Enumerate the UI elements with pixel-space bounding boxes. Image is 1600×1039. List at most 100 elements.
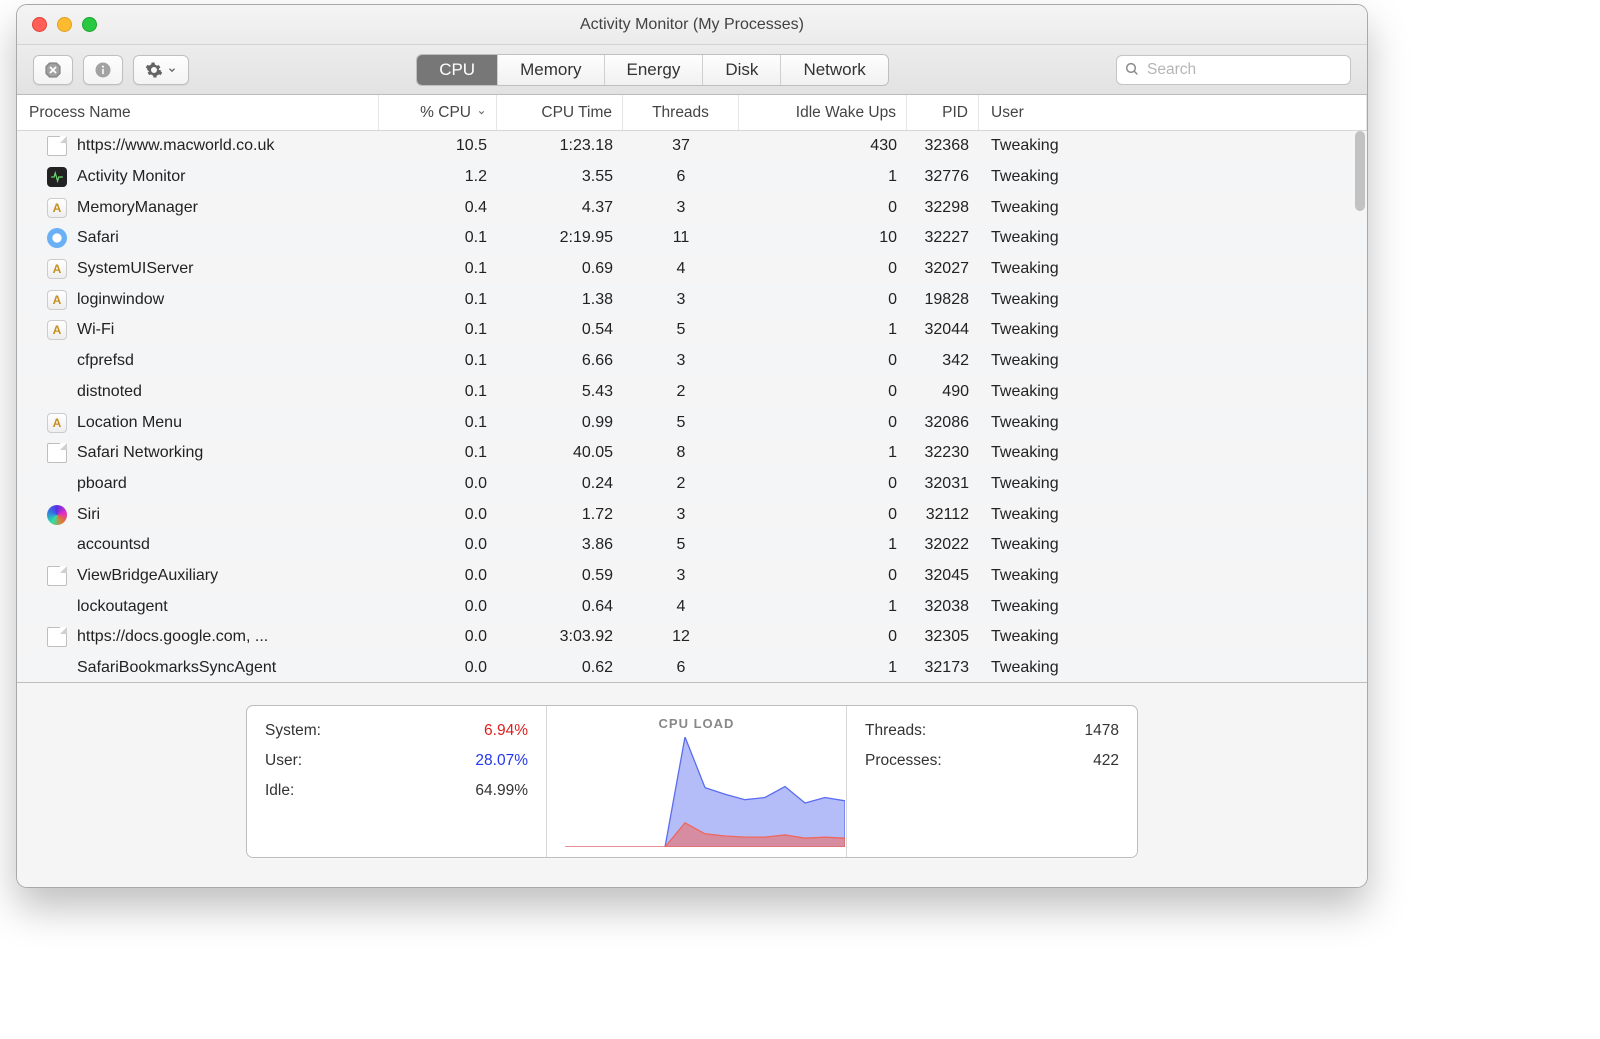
cpu-value: 0.1 bbox=[379, 414, 497, 432]
idle-wakeups-value: 1 bbox=[739, 321, 907, 339]
process-name: cfprefsd bbox=[77, 352, 134, 370]
counts-cell: Threads:1478 Processes:422 bbox=[847, 706, 1137, 857]
table-row[interactable]: accountsd0.03.865132022Tweaking bbox=[17, 530, 1367, 561]
idle-wakeups-value: 1 bbox=[739, 536, 907, 554]
threads-value: 4 bbox=[623, 598, 739, 616]
zoom-button[interactable] bbox=[82, 17, 97, 32]
user-value: Tweaking bbox=[979, 199, 1367, 217]
pid-value: 32305 bbox=[907, 628, 979, 646]
table-row[interactable]: ViewBridgeAuxiliary0.00.593032045Tweakin… bbox=[17, 561, 1367, 592]
idle-wakeups-value: 0 bbox=[739, 475, 907, 493]
process-name: Activity Monitor bbox=[77, 168, 185, 186]
table-row[interactable]: Aloginwindow0.11.383019828Tweaking bbox=[17, 284, 1367, 315]
cpu-time-value: 2:19.95 bbox=[497, 229, 623, 247]
table-row[interactable]: https://www.macworld.co.uk10.51:23.18374… bbox=[17, 131, 1367, 162]
doc-icon bbox=[47, 136, 67, 156]
pid-value: 342 bbox=[907, 352, 979, 370]
footer: System:6.94% User:28.07% Idle:64.99% CPU… bbox=[17, 682, 1367, 887]
process-table[interactable]: https://www.macworld.co.uk10.51:23.18374… bbox=[17, 131, 1367, 684]
cpu-time-value: 0.54 bbox=[497, 321, 623, 339]
header-idle-wakeups[interactable]: Idle Wake Ups bbox=[739, 95, 907, 130]
header-cpu-time[interactable]: CPU Time bbox=[497, 95, 623, 130]
close-button[interactable] bbox=[32, 17, 47, 32]
tab-disk[interactable]: Disk bbox=[703, 55, 781, 85]
inspect-process-button[interactable] bbox=[83, 55, 123, 85]
cpu-value: 1.2 bbox=[379, 168, 497, 186]
table-row[interactable]: AMemoryManager0.44.373032298Tweaking bbox=[17, 192, 1367, 223]
pid-value: 32044 bbox=[907, 321, 979, 339]
cpu-time-value: 0.69 bbox=[497, 260, 623, 278]
header-cpu[interactable]: % CPU bbox=[379, 95, 497, 130]
cpu-time-value: 3.55 bbox=[497, 168, 623, 186]
user-label: User: bbox=[265, 746, 302, 776]
tab-network[interactable]: Network bbox=[781, 55, 887, 85]
threads-value: 1478 bbox=[1085, 716, 1119, 746]
idle-wakeups-value: 0 bbox=[739, 567, 907, 585]
table-row[interactable]: AWi-Fi0.10.545132044Tweaking bbox=[17, 315, 1367, 346]
header-user[interactable]: User bbox=[979, 95, 1367, 130]
header-pid[interactable]: PID bbox=[907, 95, 979, 130]
pid-value: 32086 bbox=[907, 414, 979, 432]
process-name: MemoryManager bbox=[77, 199, 198, 217]
processes-label: Processes: bbox=[865, 746, 942, 776]
idle-wakeups-value: 1 bbox=[739, 444, 907, 462]
threads-value: 2 bbox=[623, 383, 739, 401]
threads-value: 3 bbox=[623, 199, 739, 217]
a-icon: A bbox=[47, 259, 67, 279]
process-name: https://www.macworld.co.uk bbox=[77, 137, 274, 155]
cpu-value: 0.0 bbox=[379, 536, 497, 554]
table-row[interactable]: ALocation Menu0.10.995032086Tweaking bbox=[17, 407, 1367, 438]
table-row[interactable]: Safari0.12:19.95111032227Tweaking bbox=[17, 223, 1367, 254]
cpu-value: 0.0 bbox=[379, 628, 497, 646]
threads-value: 3 bbox=[623, 567, 739, 585]
threads-value: 2 bbox=[623, 475, 739, 493]
table-row[interactable]: lockoutagent0.00.644132038Tweaking bbox=[17, 591, 1367, 622]
process-name: Siri bbox=[77, 506, 100, 524]
idle-wakeups-value: 10 bbox=[739, 229, 907, 247]
process-name: SystemUIServer bbox=[77, 260, 193, 278]
cpu-value: 0.1 bbox=[379, 383, 497, 401]
cpu-time-value: 3.86 bbox=[497, 536, 623, 554]
toolbar: CPUMemoryEnergyDiskNetwork bbox=[17, 45, 1367, 95]
action-menu-button[interactable] bbox=[133, 55, 189, 85]
doc-icon bbox=[47, 627, 67, 647]
threads-value: 3 bbox=[623, 352, 739, 370]
process-name: Location Menu bbox=[77, 414, 182, 432]
table-row[interactable]: cfprefsd0.16.6630342Tweaking bbox=[17, 346, 1367, 377]
process-name: pboard bbox=[77, 475, 127, 493]
header-process-name[interactable]: Process Name bbox=[17, 95, 379, 130]
cpu-value: 0.1 bbox=[379, 321, 497, 339]
table-row[interactable]: Siri0.01.723032112Tweaking bbox=[17, 499, 1367, 530]
tab-cpu[interactable]: CPU bbox=[417, 55, 498, 85]
table-row[interactable]: ASystemUIServer0.10.694032027Tweaking bbox=[17, 254, 1367, 285]
tab-memory[interactable]: Memory bbox=[498, 55, 604, 85]
process-name: https://docs.google.com, ... bbox=[77, 628, 268, 646]
cpu-load-label: CPU LOAD bbox=[565, 716, 828, 731]
cpu-value: 0.0 bbox=[379, 598, 497, 616]
table-row[interactable]: pboard0.00.242032031Tweaking bbox=[17, 469, 1367, 500]
user-value: Tweaking bbox=[979, 321, 1367, 339]
cpu-load-chart bbox=[565, 737, 845, 847]
cpu-value: 10.5 bbox=[379, 137, 497, 155]
stop-process-button[interactable] bbox=[33, 55, 73, 85]
table-row[interactable]: Safari Networking0.140.058132230Tweaking bbox=[17, 438, 1367, 469]
idle-wakeups-value: 430 bbox=[739, 137, 907, 155]
user-value: Tweaking bbox=[979, 567, 1367, 585]
a-icon: A bbox=[47, 413, 67, 433]
minimize-button[interactable] bbox=[57, 17, 72, 32]
search-input[interactable] bbox=[1116, 55, 1351, 85]
header-threads[interactable]: Threads bbox=[623, 95, 739, 130]
doc-icon bbox=[47, 566, 67, 586]
titlebar: Activity Monitor (My Processes) bbox=[17, 5, 1367, 45]
table-row[interactable]: SafariBookmarksSyncAgent0.00.626132173Tw… bbox=[17, 653, 1367, 684]
user-value: Tweaking bbox=[979, 536, 1367, 554]
table-row[interactable]: Activity Monitor1.23.556132776Tweaking bbox=[17, 162, 1367, 193]
user-value: Tweaking bbox=[979, 291, 1367, 309]
vertical-scrollbar[interactable] bbox=[1355, 131, 1365, 211]
tab-energy[interactable]: Energy bbox=[605, 55, 704, 85]
threads-value: 12 bbox=[623, 628, 739, 646]
table-row[interactable]: distnoted0.15.4320490Tweaking bbox=[17, 377, 1367, 408]
table-row[interactable]: https://docs.google.com, ...0.03:03.9212… bbox=[17, 622, 1367, 653]
idle-wakeups-value: 0 bbox=[739, 291, 907, 309]
cpu-value: 0.4 bbox=[379, 199, 497, 217]
